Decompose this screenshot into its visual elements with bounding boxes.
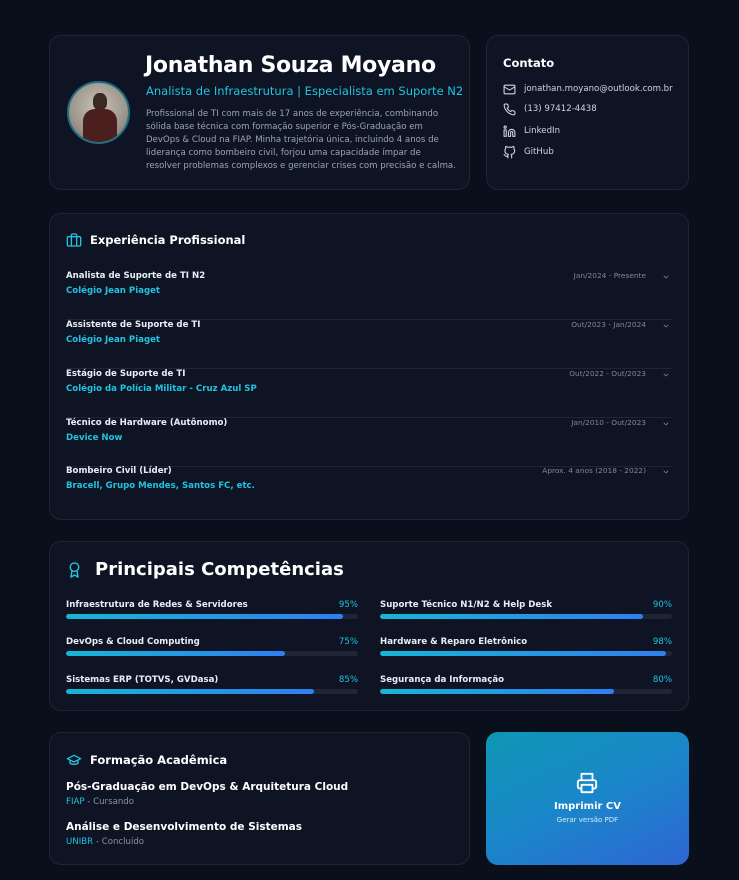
experience-item[interactable]: Analista de Suporte de TI N2 Colégio Jea… <box>66 271 673 320</box>
printer-icon <box>576 772 598 794</box>
skill-percent: 85% <box>338 675 358 685</box>
skill-item: Segurança da Informação 80% <box>380 675 672 705</box>
skill-item: Infraestrutura de Redes & Servidores 95% <box>66 600 358 630</box>
experience-role: Assistente de Suporte de TI <box>66 320 201 330</box>
contact-phone-link[interactable]: (13) 97412-4438 <box>503 102 597 116</box>
education-title: Formação Acadêmica <box>66 752 227 768</box>
experience-item[interactable]: Estágio de Suporte de TI Colégio da Polí… <box>66 369 673 418</box>
contact-email-link[interactable]: jonathan.moyano@outlook.com.br <box>503 82 673 96</box>
skill-item: Hardware & Reparo Eletrônico 98% <box>380 637 672 667</box>
experience-card: Experiência Profissional Analista de Sup… <box>49 213 689 520</box>
skills-title: Principais Competências <box>66 559 344 580</box>
skill-bar-fill <box>380 689 614 694</box>
chevron-down-icon[interactable] <box>662 273 670 281</box>
linkedin-icon <box>503 125 516 137</box>
skill-label: Sistemas ERP (TOTVS, GVDasa) <box>66 675 219 685</box>
skill-label: DevOps & Cloud Computing <box>66 637 200 647</box>
skill-bar-track <box>380 689 672 694</box>
experience-company: Colégio Jean Piaget <box>66 286 161 296</box>
github-icon <box>503 145 516 158</box>
contact-github-link[interactable]: GitHub <box>503 145 554 159</box>
skill-bar-track <box>380 614 672 619</box>
phone-icon <box>503 103 516 115</box>
profile-role: Analista de Infraestrutura | Especialist… <box>146 84 464 98</box>
skill-label: Suporte Técnico N1/N2 & Help Desk <box>380 600 553 610</box>
skill-percent: 80% <box>652 675 672 685</box>
skill-percent: 90% <box>652 600 672 610</box>
education-course: Análise e Desenvolvimento de Sistemas <box>66 821 303 833</box>
education-card: Formação Acadêmica Pós-Graduação em DevO… <box>49 732 470 865</box>
experience-date: Out/2022 - Out/2023 <box>569 369 646 378</box>
contact-linkedin-link[interactable]: LinkedIn <box>503 124 560 138</box>
skill-bar-fill <box>380 651 667 656</box>
chevron-down-icon[interactable] <box>662 371 670 379</box>
education-institution: FIAP <box>66 797 85 807</box>
contact-github: GitHub <box>524 147 554 157</box>
profile-header-card: Jonathan Souza Moyano Analista de Infrae… <box>49 35 470 190</box>
skill-label: Segurança da Informação <box>380 675 505 685</box>
experience-item[interactable]: Assistente de Suporte de TI Colégio Jean… <box>66 320 673 369</box>
skill-bar-track <box>66 651 358 656</box>
profile-name: Jonathan Souza Moyano <box>145 53 436 78</box>
experience-date: Jan/2024 - Presente <box>573 271 646 280</box>
skill-bar-track <box>66 689 358 694</box>
experience-title-text: Experiência Profissional <box>90 233 246 247</box>
skill-bar-fill <box>66 651 285 656</box>
skill-bar-track <box>380 651 672 656</box>
experience-company: Bracell, Grupo Mendes, Santos FC, etc. <box>66 481 255 491</box>
skill-item: Sistemas ERP (TOTVS, GVDasa) 85% <box>66 675 358 705</box>
experience-company: Colégio Jean Piaget <box>66 335 161 345</box>
mail-icon <box>503 84 516 94</box>
skill-item: Suporte Técnico N1/N2 & Help Desk 90% <box>380 600 672 630</box>
experience-item[interactable]: Bombeiro Civil (Líder) Bracell, Grupo Me… <box>66 466 673 515</box>
skill-percent: 75% <box>338 637 358 647</box>
chevron-down-icon[interactable] <box>662 322 670 330</box>
education-status: - Concluído <box>93 837 145 847</box>
skill-label: Hardware & Reparo Eletrônico <box>380 637 528 647</box>
contact-title: Contato <box>503 56 555 70</box>
profile-summary: Profissional de TI com mais de 17 anos d… <box>146 109 456 171</box>
skills-title-text: Principais Competências <box>95 559 344 580</box>
chevron-down-icon[interactable] <box>662 420 670 428</box>
print-cv-button[interactable]: Imprimir CV Gerar versão PDF <box>486 732 689 865</box>
education-status: - Cursando <box>84 797 134 807</box>
education-institution: UNIBR <box>66 837 94 847</box>
skill-percent: 95% <box>338 600 358 610</box>
print-title: Imprimir CV <box>554 801 621 812</box>
skill-bar-track <box>66 614 358 619</box>
contact-email: jonathan.moyano@outlook.com.br <box>524 84 673 94</box>
contact-card: Contato jonathan.moyano@outlook.com.br (… <box>486 35 689 190</box>
skill-percent: 98% <box>652 637 672 647</box>
briefcase-icon <box>66 233 82 247</box>
experience-item[interactable]: Técnico de Hardware (Autônomo) Device No… <box>66 418 673 467</box>
experience-role: Técnico de Hardware (Autônomo) <box>66 418 228 428</box>
contact-linkedin: LinkedIn <box>524 126 561 136</box>
print-subtitle: Gerar versão PDF <box>556 816 619 824</box>
experience-company: Colégio da Polícia Militar - Cruz Azul S… <box>66 384 257 394</box>
skills-card: Principais Competências Infraestrutura d… <box>49 541 689 711</box>
avatar <box>67 81 130 144</box>
education-detail: FIAP - Cursando <box>66 797 134 807</box>
experience-role: Estágio de Suporte de TI <box>66 369 186 379</box>
experience-role: Bombeiro Civil (Líder) <box>66 466 172 476</box>
skill-label: Infraestrutura de Redes & Servidores <box>66 600 248 610</box>
skill-bar-fill <box>66 614 344 619</box>
chevron-down-icon[interactable] <box>662 468 670 476</box>
experience-title: Experiência Profissional <box>66 232 245 248</box>
contact-phone: (13) 97412-4438 <box>524 104 597 114</box>
education-title-text: Formação Acadêmica <box>90 753 228 767</box>
education-course: Pós-Graduação em DevOps & Arquitetura Cl… <box>66 781 349 793</box>
skill-bar-fill <box>380 614 643 619</box>
experience-company: Device Now <box>66 433 123 443</box>
skill-item: DevOps & Cloud Computing 75% <box>66 637 358 667</box>
experience-date: Out/2023 - Jan/2024 <box>571 320 646 329</box>
award-icon <box>69 561 80 578</box>
education-detail: UNIBR - Concluído <box>66 837 144 847</box>
experience-date: Aprox. 4 anos (2018 - 2022) <box>542 466 646 475</box>
experience-date: Jan/2010 - Out/2023 <box>571 418 646 427</box>
experience-role: Analista de Suporte de TI N2 <box>66 271 206 281</box>
graduation-cap-icon <box>66 754 82 765</box>
skill-bar-fill <box>66 689 315 694</box>
